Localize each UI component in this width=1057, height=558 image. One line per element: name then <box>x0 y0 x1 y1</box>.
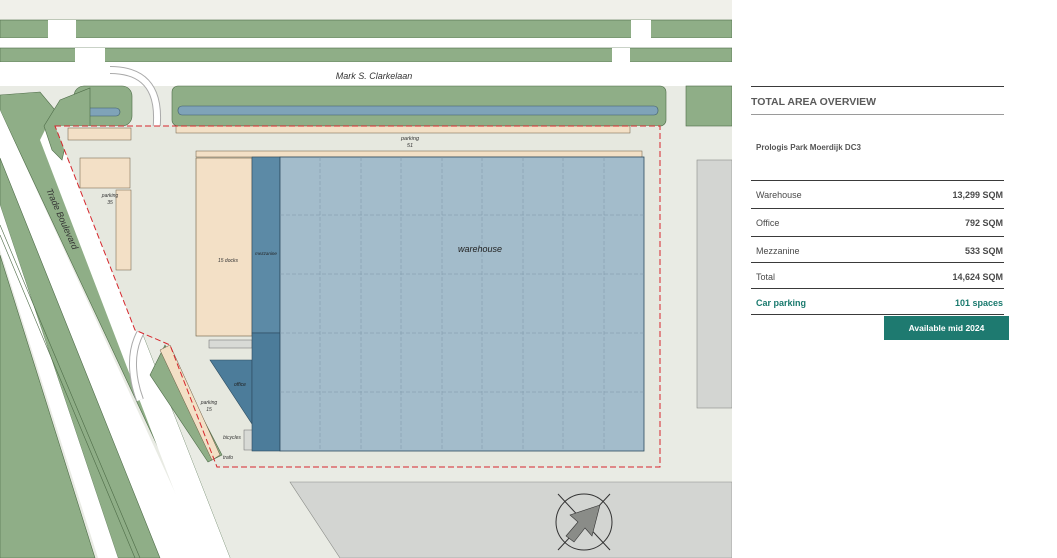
row-value: 101 spaces <box>954 298 1003 308</box>
parking-bottom-count: 15 <box>206 407 212 413</box>
parking-top-label: parking <box>400 136 420 142</box>
divider <box>751 86 1004 87</box>
row-label: Warehouse <box>756 190 802 200</box>
row-label: Total <box>756 272 776 282</box>
parking-bottom-label: parking <box>200 400 218 406</box>
row-value: 792 SQM <box>964 218 1003 228</box>
row-label: Office <box>756 218 780 228</box>
project-name: Prologis Park Moerdijk DC3 <box>756 143 861 152</box>
parking-left-count: 35 <box>107 200 113 206</box>
panel-title: TOTAL AREA OVERVIEW <box>751 96 877 108</box>
street-label-top: Mark S. Clarkelaan <box>336 71 413 81</box>
docks-label: 15 docks <box>218 258 239 264</box>
mezzanine-label: mezzanine <box>255 251 277 256</box>
site-plan: Mark S. Clarkelaan Trade Boulevard parki… <box>0 0 732 558</box>
warehouse-block <box>279 156 645 452</box>
mezzanine-block <box>251 156 281 334</box>
info-panel: TOTAL AREA OVERVIEW Prologis Park Moerdi… <box>732 0 1057 558</box>
row-label: Mezzanine <box>756 246 800 256</box>
divider <box>751 114 1004 115</box>
row-value: 14,624 SQM <box>952 272 1003 282</box>
row-label: Car parking <box>756 298 807 308</box>
parking-left-label: parking <box>101 193 119 199</box>
row-value: 533 SQM <box>964 246 1003 256</box>
divider <box>751 314 1004 315</box>
parking-top-count: 51 <box>407 143 413 149</box>
divider <box>751 288 1004 289</box>
divider <box>751 236 1004 237</box>
bicycles-label: bicycles <box>223 435 241 441</box>
dock-area <box>195 157 253 337</box>
trafo-label: trafo <box>223 455 233 461</box>
divider <box>751 262 1004 263</box>
availability-badge: Available mid 2024 <box>884 316 1009 340</box>
divider <box>751 208 1004 209</box>
divider <box>751 180 1004 181</box>
top-green-strip <box>0 0 732 20</box>
row-value: 13,299 SQM <box>952 190 1003 200</box>
office-label: office <box>234 382 246 388</box>
warehouse-label: warehouse <box>458 244 502 254</box>
